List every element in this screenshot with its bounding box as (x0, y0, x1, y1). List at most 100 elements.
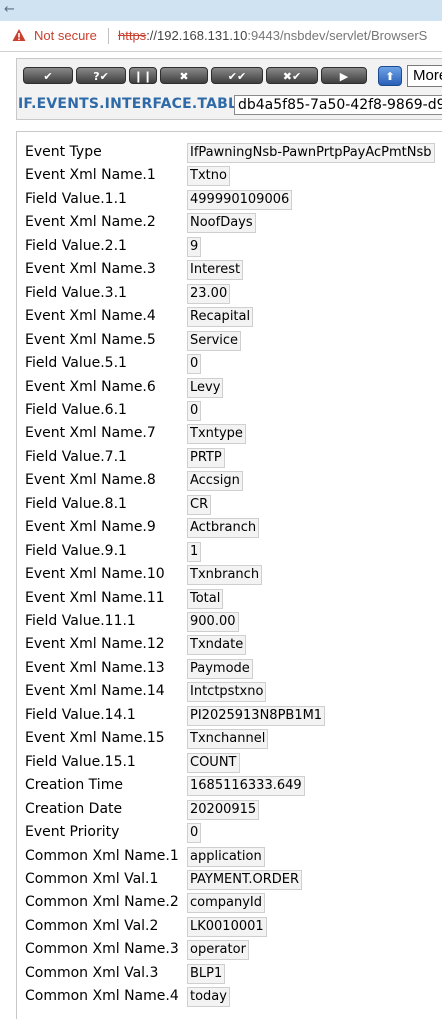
field-value: Accsign (187, 471, 243, 491)
field-row: Event Xml Name.12 Txndate (17, 634, 442, 656)
field-value: PI2025913N8PB1M1 (187, 706, 326, 726)
field-value: Txnbranch (187, 565, 263, 585)
field-label: Field Value.7.1 (25, 449, 127, 465)
field-value: 23.00 (187, 284, 231, 304)
field-value: COUNT (187, 753, 240, 773)
field-row: Common Xml Name.3 operator (17, 939, 442, 961)
field-label: Field Value.3.1 (25, 285, 127, 301)
field-value: 1 (187, 542, 202, 562)
play-icon: ▶ (339, 70, 349, 83)
url-path: /nsbdev/servlet/BrowserS (279, 28, 428, 43)
field-row: Event Xml Name.15 Txnchannel (17, 728, 442, 750)
field-row: Event Xml Name.4 Recapital (17, 306, 442, 328)
field-label: Field Value.1.1 (25, 191, 127, 207)
field-value: Txnchannel (187, 729, 269, 749)
field-label: Event Xml Name.14 (25, 683, 165, 699)
field-label: Creation Time (25, 777, 123, 793)
commit-button[interactable]: ✔ (23, 67, 73, 84)
field-label: Event Xml Name.15 (25, 730, 165, 746)
field-row: Common Xml Name.4 today (17, 986, 442, 1008)
reverse-button[interactable]: ✖✔ (266, 67, 318, 84)
authorise-button[interactable]: ✔✔ (211, 67, 263, 84)
field-label: Event Xml Name.12 (25, 636, 165, 652)
field-row: Event Xml Name.7 Txntype (17, 423, 442, 445)
upload-button[interactable]: ⬆ (378, 66, 402, 86)
field-value: IfPawningNsb-PawnPrtpPayAcPmtNsb (187, 143, 435, 163)
field-value: Intctpstxno (187, 682, 267, 702)
validate-button[interactable]: ?✔ (76, 67, 126, 84)
browser-top-strip: ← (0, 0, 442, 21)
field-row: Field Value.2.1 9 (17, 236, 442, 258)
field-row: Common Xml Name.1 application (17, 846, 442, 868)
field-value: Txntype (187, 424, 246, 444)
field-row: Creation Time 1685116333.649 (17, 775, 442, 797)
field-value: Txtno (187, 166, 230, 186)
security-label[interactable]: Not secure (34, 28, 97, 43)
check-icon: ✔ (43, 70, 53, 83)
field-value: NoofDays (187, 213, 256, 233)
field-value: CR (187, 495, 212, 515)
field-label: Event Xml Name.3 (25, 261, 156, 277)
field-label: Common Xml Val.1 (25, 871, 159, 887)
url-host: ://192.168.131.10 (146, 28, 248, 43)
field-label: Event Xml Name.9 (25, 519, 156, 535)
field-value: application (187, 847, 265, 867)
address-bar[interactable]: Not secure https://192.168.131.10:9443/n… (0, 21, 442, 52)
field-row: Common Xml Val.1 PAYMENT.ORDER (17, 869, 442, 891)
field-label: Common Xml Val.2 (25, 918, 159, 934)
field-value: Actbranch (187, 518, 260, 538)
field-value: 0 (187, 823, 202, 843)
field-row: Event Xml Name.13 Paymode (17, 658, 442, 680)
field-row: Event Xml Name.11 Total (17, 588, 442, 610)
field-label: Event Xml Name.4 (25, 308, 156, 324)
field-value: PRTP (187, 448, 225, 468)
field-value: companyId (187, 893, 266, 913)
field-label: Creation Date (25, 801, 123, 817)
field-label: Event Xml Name.7 (25, 425, 156, 441)
field-row: Event Xml Name.6 Levy (17, 377, 442, 399)
field-value: Recapital (187, 307, 254, 327)
field-value: 499990109006 (187, 190, 293, 210)
field-value: 0 (187, 354, 202, 374)
field-label: Event Xml Name.13 (25, 660, 165, 676)
field-label: Field Value.11.1 (25, 613, 136, 629)
field-row: Event Type IfPawningNsb-PawnPrtpPayAcPmtN… (17, 142, 442, 164)
field-row: Event Priority 0 (17, 822, 442, 844)
field-value: BLP1 (187, 964, 226, 984)
field-value: PAYMENT.ORDER (187, 870, 303, 890)
field-label: Event Type (25, 144, 102, 160)
field-value: Interest (187, 260, 244, 280)
url-port: :9443 (247, 28, 280, 43)
field-row: Event Xml Name.10 Txnbranch (17, 564, 442, 586)
field-value: Txndate (187, 635, 247, 655)
field-label: Field Value.15.1 (25, 754, 136, 770)
back-arrow-icon[interactable]: ← (4, 2, 15, 17)
cross-check-icon: ✖✔ (282, 70, 302, 83)
field-value: operator (187, 940, 249, 960)
record-id-field[interactable]: db4a5f85-7a50-42f8-9869-d9e (234, 95, 442, 115)
url-text[interactable]: https://192.168.131.10:9443/nsbdev/servl… (118, 28, 427, 43)
field-row: Field Value.9.1 1 (17, 541, 442, 563)
field-label: Field Value.5.1 (25, 355, 127, 371)
field-value: LK0010001 (187, 917, 267, 937)
field-row: Field Value.3.1 23.00 (17, 283, 442, 305)
field-label: Common Xml Name.3 (25, 941, 179, 957)
field-label: Event Xml Name.1 (25, 167, 156, 183)
table-name: IF.EVENTS.INTERFACE.TABLE (18, 96, 247, 112)
field-row: Field Value.6.1 0 (17, 400, 442, 422)
field-label: Common Xml Val.3 (25, 965, 159, 981)
delete-button[interactable]: ✖ (160, 67, 208, 84)
field-label: Field Value.6.1 (25, 402, 127, 418)
field-row: Common Xml Name.2 companyId (17, 892, 442, 914)
next-button[interactable]: ▶ (321, 67, 367, 84)
field-value: Total (187, 589, 224, 609)
field-label: Event Xml Name.6 (25, 379, 156, 395)
question-check-icon: ?✔ (93, 70, 109, 83)
field-value: Service (187, 331, 242, 351)
field-label: Common Xml Name.1 (25, 848, 179, 864)
field-label: Event Xml Name.5 (25, 332, 156, 348)
hold-button[interactable]: ❙❙ (129, 67, 157, 84)
more-select[interactable]: More (407, 65, 442, 87)
field-row: Common Xml Val.3 BLP1 (17, 963, 442, 985)
field-row: Event Xml Name.2 NoofDays (17, 212, 442, 234)
